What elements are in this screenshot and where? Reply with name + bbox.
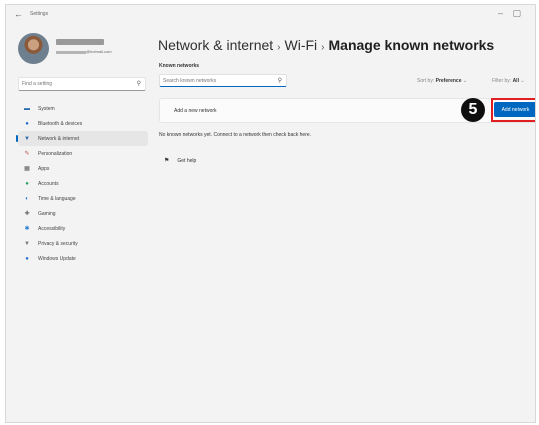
sidebar-item[interactable]: ● Windows Update <box>18 251 148 266</box>
monitor-icon: ▬ <box>24 105 30 112</box>
filter-value: All <box>512 78 519 84</box>
sidebar-item-label: Bluetooth & devices <box>38 120 83 127</box>
search-icon: ⚲ <box>277 78 282 84</box>
shield-icon: ▼ <box>24 240 30 247</box>
sidebar-item-label: System <box>38 105 55 112</box>
user-email: @hotmail.com <box>86 49 112 54</box>
settings-search-box[interactable]: ⚲ <box>18 77 146 91</box>
sidebar-nav: ▬ System ● Bluetooth & devices ▼ Network & in… <box>16 101 148 266</box>
sidebar-item-label: Time & language <box>38 195 76 202</box>
empty-networks-message: No known networks yet. Connect to a netw… <box>159 132 312 138</box>
sidebar-item-label: Network & internet <box>38 135 80 142</box>
minimize-icon[interactable]: – <box>498 8 503 18</box>
user-email-redacted <box>56 51 86 54</box>
sidebar-item[interactable]: ◐ Time & language <box>18 191 148 206</box>
settings-window: ← Settings – ▢ @hotmail.com ⚲ ▬ System ● Bl… <box>5 4 536 423</box>
sidebar-item-label: Windows Update <box>38 255 76 262</box>
known-networks-search-box[interactable]: ⚲ <box>159 74 287 87</box>
sidebar-item[interactable]: ▼ Privacy & security <box>18 236 148 251</box>
user-name-redacted <box>56 39 104 45</box>
step-number-badge: 5 <box>461 98 485 122</box>
help-icon: ⚑ <box>164 158 170 164</box>
sort-value: Preference <box>435 78 462 84</box>
breadcrumb-separator: › <box>277 42 281 53</box>
apps-icon: ▦ <box>24 166 30 172</box>
maximize-icon[interactable]: ▢ <box>512 8 521 19</box>
app-title: Settings <box>30 11 49 17</box>
accessibility-icon: ✱ <box>24 226 30 232</box>
back-arrow-icon[interactable]: ← <box>14 9 23 19</box>
sidebar-item[interactable]: ▬ System <box>18 101 148 116</box>
brush-icon: ✎ <box>24 151 30 157</box>
chevron-down-icon: ⌄ <box>462 78 468 84</box>
sidebar-item-label: Accounts <box>38 180 59 187</box>
title-bar: ← Settings – ▢ <box>6 5 535 25</box>
add-network-label: Add a new network <box>174 108 217 114</box>
person-icon: ● <box>25 180 29 187</box>
filter-label: Filter by: <box>492 78 512 84</box>
sidebar-item[interactable]: ✎ Personalization <box>18 146 148 161</box>
globe-icon: ◐ <box>25 195 29 202</box>
get-help-label: Get help <box>177 157 197 164</box>
sidebar-item[interactable]: ● Bluetooth & devices <box>18 116 148 131</box>
sidebar-item[interactable]: ✱ Accessibility <box>18 221 148 236</box>
get-help-link[interactable]: ⚑ Get help <box>164 157 197 165</box>
sidebar-item-label: Gaming <box>38 210 56 217</box>
settings-search-input[interactable] <box>22 80 122 88</box>
sidebar-item-label: Privacy & security <box>38 240 78 247</box>
sort-dropdown[interactable]: Sort by: Preference ⌄ <box>417 78 467 84</box>
chevron-down-icon: ⌄ <box>520 78 525 84</box>
gamepad-icon: ✚ <box>24 211 30 217</box>
sidebar-item[interactable]: ▦ Apps <box>18 161 148 176</box>
filter-dropdown[interactable]: Filter by: All ⌄ <box>492 78 525 84</box>
add-network-button[interactable]: Add network <box>494 102 535 117</box>
update-icon: ● <box>25 255 29 262</box>
sidebar-item[interactable]: ● Accounts <box>18 176 148 191</box>
avatar[interactable] <box>18 33 49 64</box>
sidebar-item-label: Apps <box>38 165 50 172</box>
breadcrumb: Network & internet › Wi-Fi › Manage known ne… <box>158 37 494 53</box>
search-icon: ⚲ <box>136 81 141 87</box>
bluetooth-icon: ● <box>25 120 29 127</box>
known-networks-heading: Known networks <box>159 63 200 69</box>
known-networks-search-input[interactable] <box>163 77 263 85</box>
breadcrumb-network-internet[interactable]: Network & internet <box>158 37 273 53</box>
sidebar-item[interactable]: ▼ Network & internet <box>16 131 148 146</box>
sidebar-item-label: Accessibility <box>38 225 66 232</box>
sidebar-item-label: Personalization <box>38 150 73 157</box>
wifi-icon: ▼ <box>24 135 30 142</box>
breadcrumb-wifi[interactable]: Wi-Fi <box>285 37 318 53</box>
sort-label: Sort by: <box>417 78 435 84</box>
sidebar-item[interactable]: ✚ Gaming <box>18 206 148 221</box>
page-title: Manage known networks <box>328 37 495 53</box>
breadcrumb-separator: › <box>321 42 325 53</box>
